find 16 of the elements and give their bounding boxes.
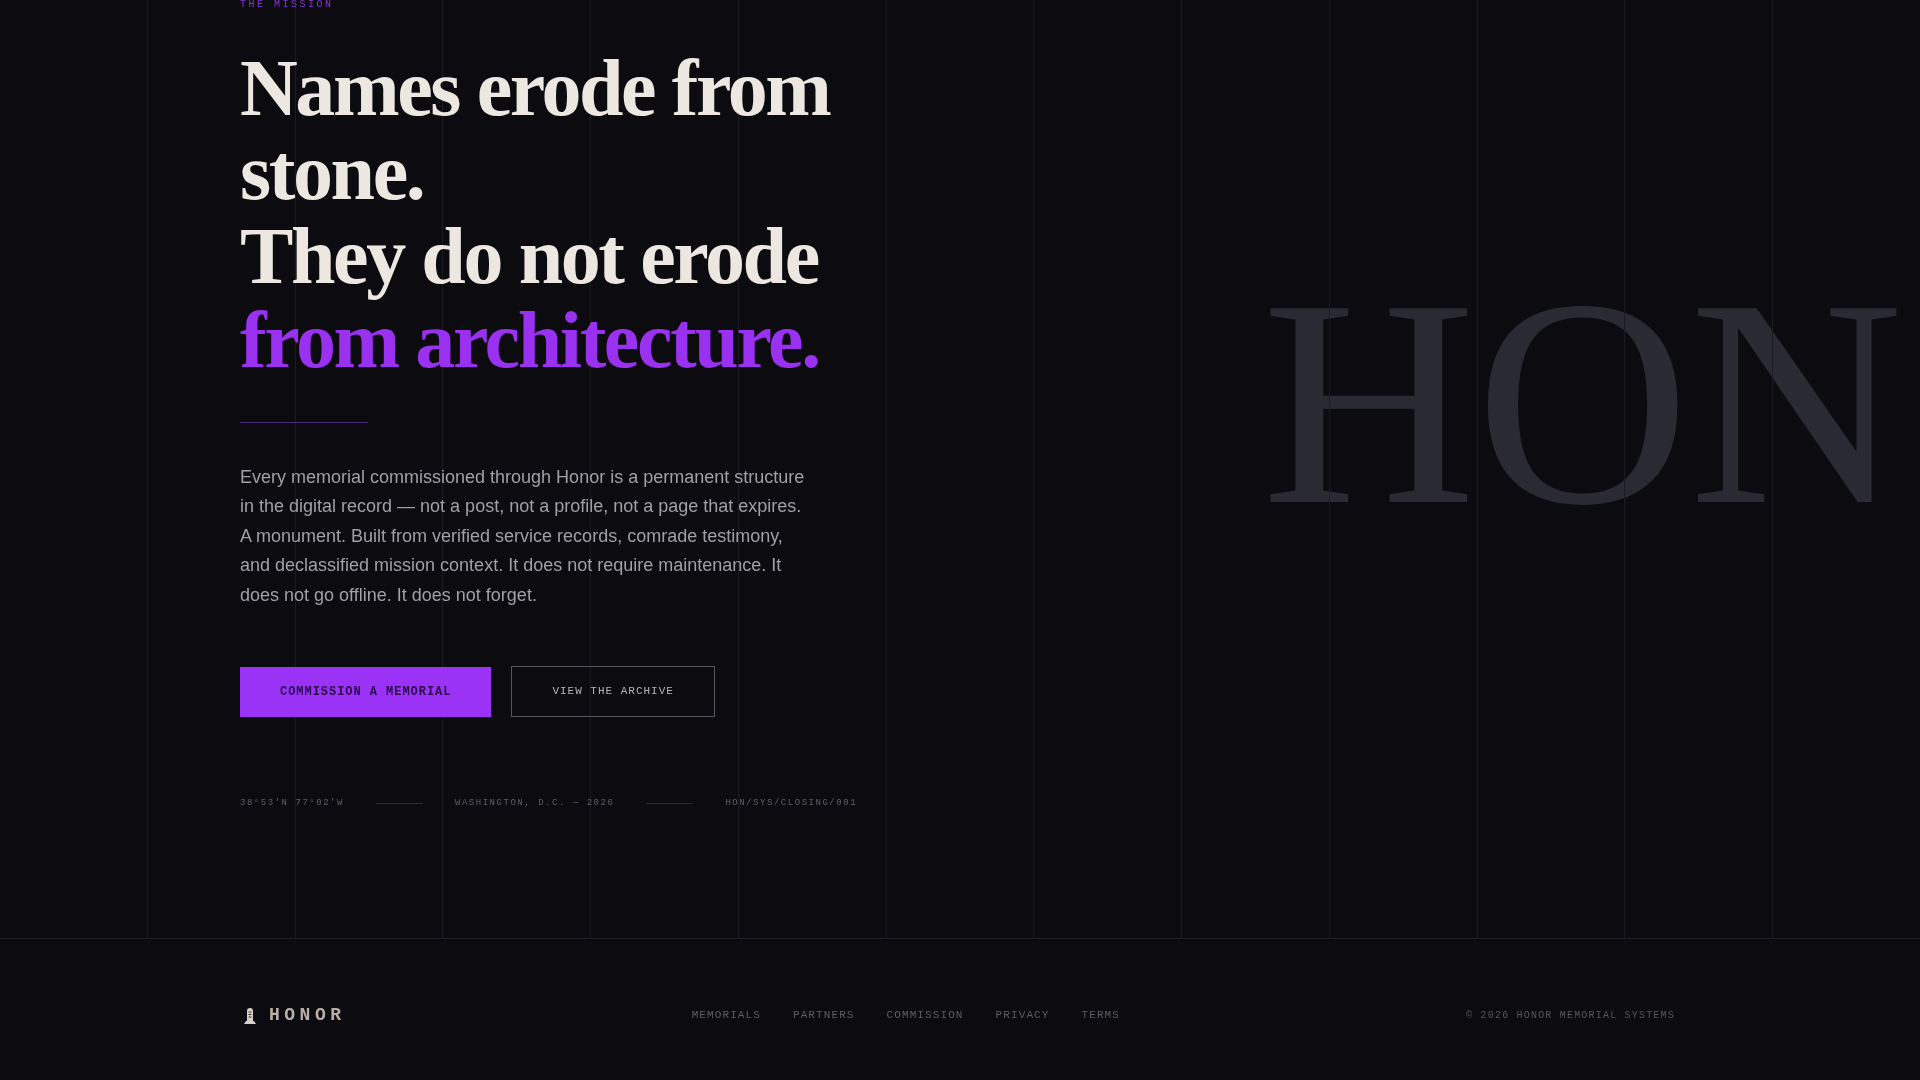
- monument-icon: [244, 1007, 256, 1024]
- meta-text: WASHINGTON, D.C. — 2026: [454, 797, 615, 810]
- cta-button[interactable]: COMMISSION A MEMORIAL: [240, 666, 492, 717]
- meta-text: HON/SYS/CLOSING/001: [725, 797, 858, 810]
- footer-link[interactable]: MEMORIALS: [691, 1007, 761, 1024]
- headline: Names erode from stone. They do not erode from architecture.: [240, 46, 832, 382]
- copyright-text: © 2026 HONOR MEMORIAL SYSTEMS: [1466, 1009, 1675, 1023]
- section-eyebrow: THE MISSION: [240, 0, 334, 10]
- meta-text: 38°53'N 77°02'W: [240, 797, 344, 810]
- footer-link[interactable]: PRIVACY: [995, 1007, 1050, 1024]
- footer-link[interactable]: PARTNERS: [792, 1007, 855, 1024]
- mission-paragraph: Every memorial commissioned through Honor is a permanent structure in the digital record — not a post, not a profile, not a page that expires. A monument. Built from verified service records, comrade testimony, and declassified mission context. It does not require maintenance. It does not go offline. It does not forget.: [240, 466, 806, 607]
- brand-name: HONOR: [269, 1004, 346, 1027]
- footer-link[interactable]: TERMS: [1081, 1007, 1120, 1024]
- footer-link[interactable]: COMMISSION: [886, 1007, 964, 1024]
- outline-button[interactable]: VIEW THE ARCHIVE: [511, 666, 715, 718]
